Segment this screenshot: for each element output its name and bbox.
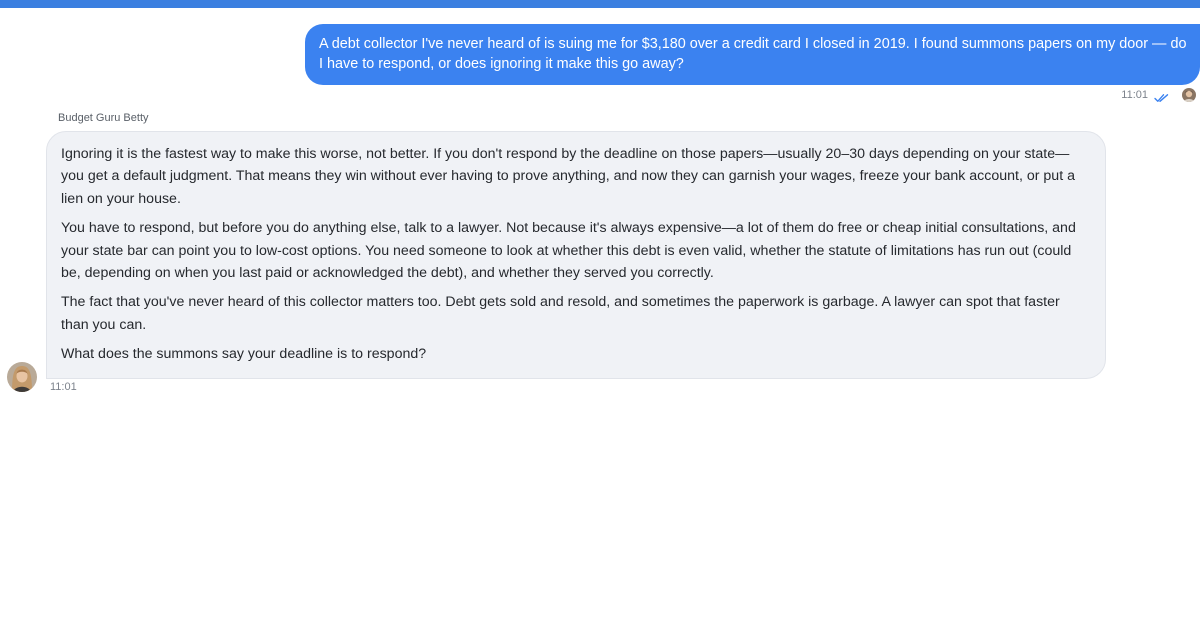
user-message-time: 11:01 <box>1121 89 1148 101</box>
user-message-meta: 11:01 <box>1121 87 1196 103</box>
message-paragraph: The fact that you've never heard of this… <box>61 294 1060 333</box>
assistant-avatar <box>7 362 37 392</box>
chat-thread: A debt collector I've never heard of is … <box>0 0 1200 630</box>
user-message-text: A debt collector I've never heard of is … <box>319 36 1187 72</box>
assistant-message-bubble: Ignoring it is the fastest way to make t… <box>46 131 1106 379</box>
user-message-bubble: A debt collector I've never heard of is … <box>305 24 1200 85</box>
assistant-message-time: 11:01 <box>50 381 77 393</box>
message-paragraph: What does the summons say your deadline … <box>61 346 427 363</box>
sender-name: Budget Guru Betty <box>58 112 149 124</box>
message-paragraph: Ignoring it is the fastest way to make t… <box>61 146 1075 207</box>
user-avatar <box>1182 88 1196 102</box>
double-check-icon <box>1154 90 1170 102</box>
message-paragraph: You have to respond, but before you do a… <box>61 220 1076 282</box>
